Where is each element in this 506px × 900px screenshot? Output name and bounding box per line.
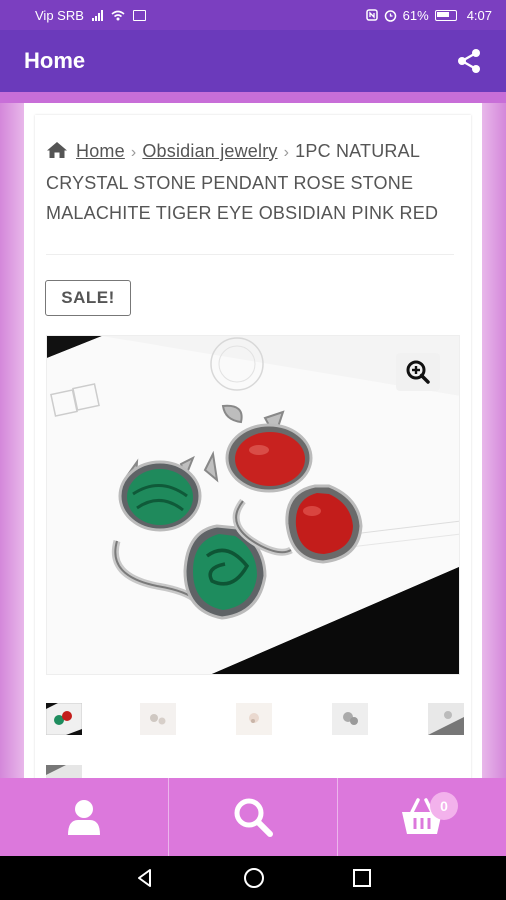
bottom-nav: 0 (0, 778, 506, 856)
battery-icon (434, 9, 457, 21)
nav-cart-button[interactable]: 0 (337, 778, 506, 856)
nav-search-button[interactable] (168, 778, 337, 856)
nfc-icon (365, 9, 378, 21)
cart-count-badge: 0 (430, 792, 458, 820)
app-bar-accent (0, 92, 506, 103)
nav-account-button[interactable] (0, 778, 168, 856)
home-button-icon[interactable] (242, 866, 266, 890)
breadcrumb-home-link[interactable]: Home (76, 141, 125, 161)
search-icon (234, 798, 273, 837)
app-bar: Home (0, 30, 506, 92)
status-bar: Vip SRB 61% 4:07 (0, 0, 506, 30)
thumbnail-strip (46, 703, 466, 743)
alarm-icon (384, 9, 396, 22)
battery-percent: 61% (402, 7, 429, 23)
signal-icon (91, 9, 103, 21)
system-nav-bar (0, 856, 506, 900)
thumbnail[interactable] (332, 703, 368, 735)
sale-badge: SALE! (45, 280, 131, 316)
thumbnail[interactable] (140, 703, 176, 735)
side-panel-right (482, 103, 506, 778)
status-right: 61% 4:07 (365, 7, 492, 23)
thumbnail[interactable] (236, 703, 272, 735)
thumbnail[interactable] (428, 703, 464, 735)
status-left: Vip SRB (35, 8, 146, 23)
breadcrumb-separator: › (283, 144, 290, 161)
thumbnail[interactable] (46, 703, 82, 735)
side-panel-left (0, 103, 24, 778)
breadcrumb: Home › Obsidian jewelry › 1PC NATURAL CRYSTA… (46, 136, 452, 228)
back-icon[interactable] (134, 867, 156, 889)
breadcrumb-separator: › (130, 144, 137, 161)
zoom-button[interactable] (396, 353, 440, 391)
breadcrumb-category-link[interactable]: Obsidian jewelry (142, 141, 277, 161)
app-title: Home (24, 48, 86, 73)
user-icon (68, 800, 100, 835)
sim-icon (132, 9, 146, 21)
home-icon (47, 142, 67, 158)
carrier-label: Vip SRB (35, 7, 84, 23)
wifi-icon (111, 10, 125, 20)
recents-icon[interactable] (352, 868, 372, 888)
product-page[interactable]: Home › Obsidian jewelry › 1PC NATURAL CRYSTA… (24, 103, 482, 778)
share-icon[interactable] (456, 48, 482, 74)
clock: 4:07 (466, 7, 492, 23)
thumbnail[interactable] (46, 765, 82, 778)
divider (46, 254, 454, 255)
zoom-in-icon (406, 360, 430, 384)
